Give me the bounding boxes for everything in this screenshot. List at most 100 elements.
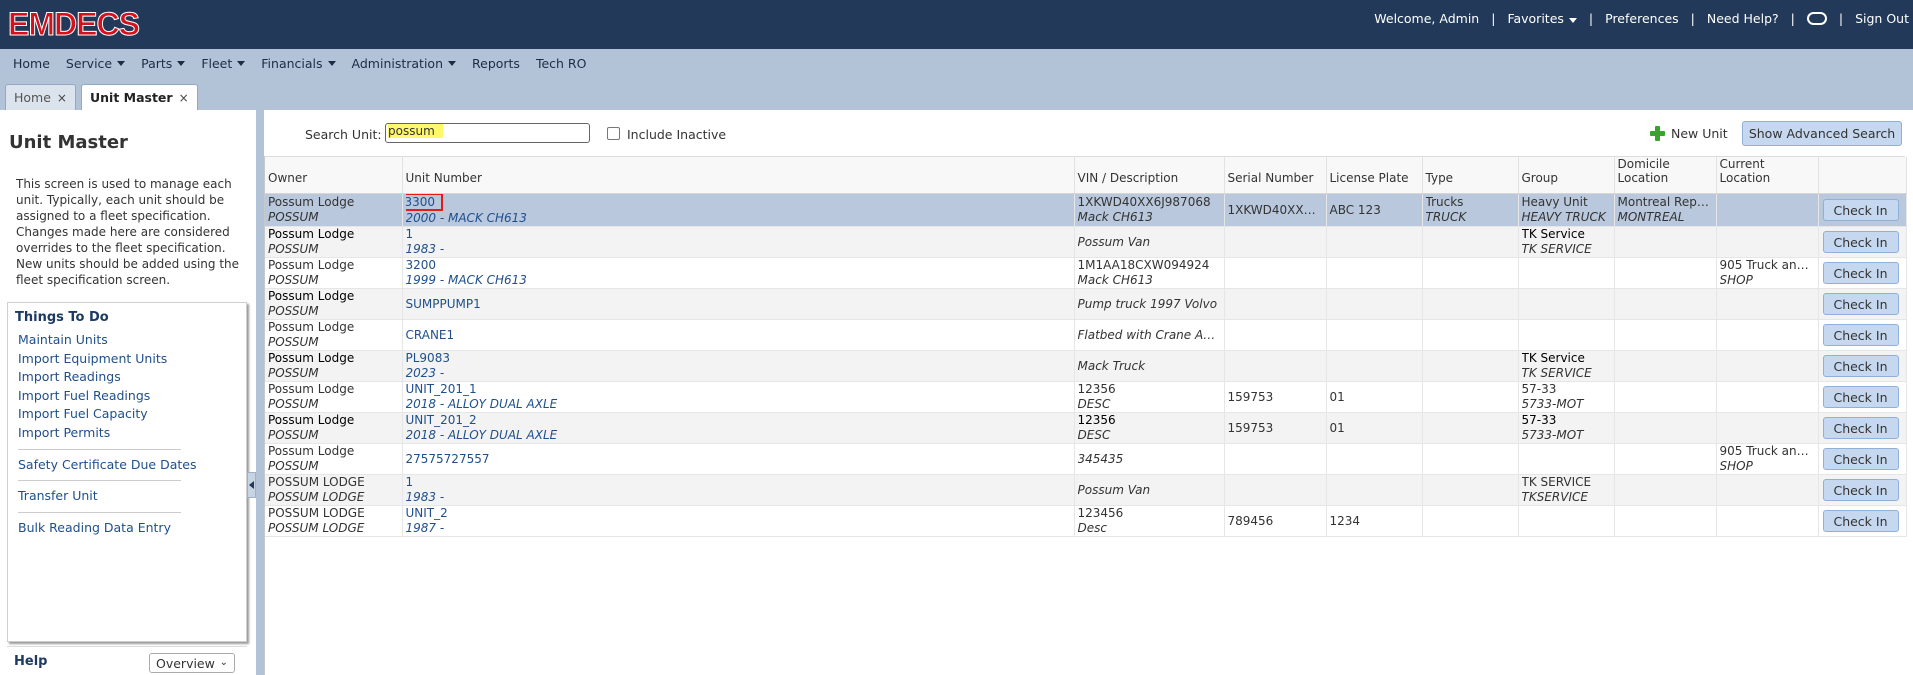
table-row[interactable]: Possum Lodge POSSUM 27575727557 345435 905 T…	[265, 443, 1907, 475]
help-topic-select[interactable]: Overview ⌄	[149, 653, 235, 673]
unit-cell: UNIT_201_2 2018 - ALLOY DUAL AXLE	[402, 412, 1075, 444]
preferences-link[interactable]: Preferences	[1605, 11, 1679, 26]
owner-secondary: POSSUM	[268, 210, 319, 224]
unit-secondary: 2023 -	[405, 366, 445, 380]
unit-cell: 3300 2000 - MACK CH613	[402, 193, 1075, 227]
column-header[interactable]: Serial Number	[1224, 157, 1327, 194]
left-panel: Unit Master This screen is used to manag…	[0, 110, 250, 675]
check-in-button[interactable]: Check In	[1822, 199, 1899, 221]
unit-primary[interactable]: UNIT_201_1	[406, 382, 1071, 397]
todo-import-equipment-units[interactable]: Import Equipment Units	[15, 350, 246, 369]
top-bar: EMDECS Welcome, Admin | Favorites | Pref…	[0, 0, 1913, 49]
check-in-button[interactable]: Check In	[1822, 293, 1899, 315]
todo-import-fuel-capacity[interactable]: Import Fuel Capacity	[15, 405, 246, 424]
need-help-link[interactable]: Need Help?	[1707, 11, 1779, 26]
tab-unit-master[interactable]: Unit Master ×	[80, 84, 198, 110]
check-in-button[interactable]: Check In	[1822, 324, 1899, 346]
separator: |	[1790, 10, 1795, 26]
check-in-button[interactable]: Check In	[1822, 231, 1899, 253]
panel-divider	[256, 110, 264, 675]
tab-home[interactable]: Home ×	[5, 84, 76, 110]
domicile-cell	[1614, 443, 1717, 475]
unit-secondary: 2018 - ALLOY DUAL AXLE	[405, 428, 558, 442]
column-header[interactable]: License Plate	[1326, 157, 1423, 194]
favorites-menu[interactable]: Favorites	[1507, 11, 1577, 26]
menu-service[interactable]: Service	[66, 56, 126, 71]
close-icon[interactable]: ×	[57, 91, 67, 105]
column-header[interactable]: Unit Number	[402, 157, 1075, 194]
todo-import-permits[interactable]: Import Permits	[15, 424, 246, 443]
chat-icon[interactable]	[1806, 11, 1827, 25]
unit-secondary: 1983 -	[405, 242, 445, 256]
new-unit-button[interactable]: New Unit	[1650, 126, 1728, 141]
unit-primary[interactable]: PL9083	[406, 351, 1071, 366]
table-row[interactable]: Possum Lodge POSSUM 3300 2000 - MACK CH613 1…	[265, 193, 1907, 227]
todo-bulk-reading-data-entry[interactable]: Bulk Reading Data Entry	[15, 519, 246, 538]
menu-tech-ro[interactable]: Tech RO	[536, 56, 587, 71]
unit-primary[interactable]: 1	[406, 475, 1071, 490]
unit-primary[interactable]: UNIT_2	[406, 506, 1071, 521]
todo-maintain-units[interactable]: Maintain Units	[15, 331, 246, 350]
table-row[interactable]: Possum Lodge POSSUM UNIT_201_1 2018 - ALLOY…	[265, 381, 1907, 413]
check-in-button[interactable]: Check In	[1822, 386, 1899, 408]
menu-administration[interactable]: Administration	[352, 56, 456, 71]
todo-import-fuel-readings[interactable]: Import Fuel Readings	[15, 387, 246, 406]
plate-cell	[1326, 443, 1423, 475]
unit-table: Owner Unit Number VIN / Description Seri…	[265, 157, 1907, 537]
owner-primary: Possum Lodge	[268, 227, 355, 241]
table-row[interactable]: Possum Lodge POSSUM PL9083 2023 - Mack Truck…	[265, 350, 1907, 382]
menu-fleet[interactable]: Fleet	[201, 56, 246, 71]
todo-import-readings[interactable]: Import Readings	[15, 368, 246, 387]
unit-grid: Owner Unit Number VIN / Description Seri…	[264, 156, 1907, 675]
check-in-button[interactable]: Check In	[1822, 355, 1899, 377]
column-header[interactable]: VIN / Description	[1074, 157, 1225, 194]
menu-label: Reports	[472, 55, 520, 71]
owner-cell: Possum Lodge POSSUM	[265, 319, 403, 351]
action-cell: Check In	[1818, 193, 1907, 227]
todo-transfer-unit[interactable]: Transfer Unit	[15, 487, 246, 506]
check-in-button[interactable]: Check In	[1822, 448, 1899, 470]
unit-primary[interactable]: 3200	[406, 258, 1071, 273]
main-menu: Home Service Parts Fleet Financials Admi…	[0, 49, 1913, 77]
column-header[interactable]: Type	[1422, 157, 1519, 194]
column-header[interactable]: Group	[1518, 157, 1615, 194]
emdecs-logo[interactable]: EMDECS	[8, 6, 141, 43]
collapse-sidebar-handle[interactable]	[247, 472, 256, 498]
tab-label: Home	[14, 90, 51, 105]
menu-reports[interactable]: Reports	[472, 56, 520, 71]
menu-parts[interactable]: Parts	[141, 56, 186, 71]
menu-financials[interactable]: Financials	[261, 56, 336, 71]
table-header-row: Owner Unit Number VIN / Description Seri…	[265, 157, 1907, 194]
content-area: Unit Master This screen is used to manag…	[0, 110, 1913, 675]
group-cell	[1518, 257, 1615, 289]
unit-primary[interactable]: 3300	[405, 194, 1071, 211]
column-header[interactable]: Domicile Location	[1614, 157, 1717, 194]
check-in-button[interactable]: Check In	[1822, 417, 1899, 439]
column-header[interactable]: Owner	[265, 157, 403, 194]
unit-primary[interactable]: SUMPPUMP1	[406, 297, 1071, 312]
unit-primary[interactable]: CRANE1	[406, 328, 1071, 343]
unit-primary[interactable]: UNIT_201_2	[406, 413, 1071, 428]
table-row[interactable]: Possum Lodge POSSUM 3200 1999 - MACK CH613 1…	[265, 257, 1907, 289]
column-header[interactable]: Current Location	[1716, 157, 1819, 194]
menu-home[interactable]: Home	[13, 56, 50, 71]
table-row[interactable]: Possum Lodge POSSUM SUMPPUMP1 Pump truck 19…	[265, 288, 1907, 320]
check-in-button[interactable]: Check In	[1822, 510, 1899, 532]
show-advanced-search-button[interactable]: Show Advanced Search	[1742, 121, 1902, 146]
unit-primary[interactable]: 27575727557	[406, 452, 1071, 467]
owner-cell: Possum Lodge POSSUM	[265, 288, 403, 320]
todo-safety-certificate-due-dates[interactable]: Safety Certificate Due Dates	[15, 456, 246, 475]
table-row[interactable]: Possum Lodge POSSUM UNIT_201_2 2018 - ALLOY…	[265, 412, 1907, 444]
include-inactive-checkbox[interactable]	[607, 127, 620, 140]
type-cell	[1422, 505, 1519, 537]
table-row[interactable]: Possum Lodge POSSUM 1 1983 - Possum Van TK Se…	[265, 226, 1907, 258]
close-icon[interactable]: ×	[179, 91, 189, 105]
check-in-button[interactable]: Check In	[1822, 479, 1899, 501]
sign-out-link[interactable]: Sign Out	[1855, 11, 1909, 26]
unit-primary[interactable]: 1	[406, 227, 1071, 242]
table-row[interactable]: POSSUM LODGE POSSUM LODGE 1 1983 - Possum Va…	[265, 474, 1907, 506]
check-in-button[interactable]: Check In	[1822, 262, 1899, 284]
table-row[interactable]: POSSUM LODGE POSSUM LODGE UNIT_2 1987 -1234…	[265, 505, 1907, 537]
search-unit-input[interactable]: possum	[385, 123, 590, 143]
table-row[interactable]: Possum Lodge POSSUM CRANE1 Flatbed with Cra…	[265, 319, 1907, 351]
